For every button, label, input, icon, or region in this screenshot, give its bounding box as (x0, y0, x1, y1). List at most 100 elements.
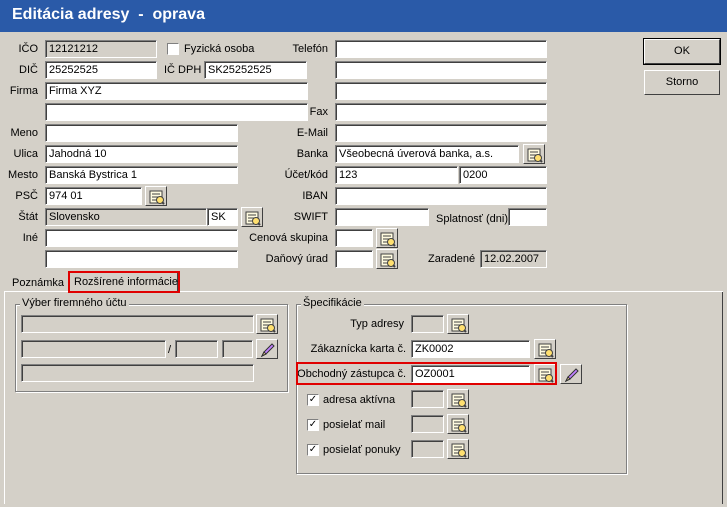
telefon-label: Telefón (292, 43, 328, 55)
ine-label: Iné (22, 232, 38, 244)
icdph-field[interactable]: SK25252525 (204, 61, 307, 79)
cenova-lookup-button[interactable] (376, 228, 398, 248)
window-title: Editácia adresy - oprava (12, 6, 205, 23)
typ-adresy-field[interactable] (411, 315, 444, 333)
panel-right-edge (722, 292, 723, 504)
stat-field[interactable]: Slovensko (45, 208, 207, 226)
firma-field-2[interactable] (45, 103, 308, 121)
typ-adresy-label: Typ adresy (350, 318, 404, 330)
vyber-field-5 (21, 364, 254, 382)
firma-field[interactable]: Firma XYZ (45, 82, 308, 100)
pencil-icon (260, 343, 275, 358)
obchodny-edit-button[interactable] (560, 364, 582, 384)
typ-adresy-lookup-button[interactable] (447, 314, 469, 334)
ponuky-field[interactable] (411, 440, 444, 458)
stat-lookup-button[interactable] (241, 207, 263, 227)
ucet-code-field[interactable]: 0200 (459, 166, 547, 184)
lookup-icon (538, 343, 554, 358)
tab-highlight (68, 271, 180, 293)
vyber-field-1 (21, 315, 254, 333)
lookup-icon (260, 318, 276, 333)
cenova-label: Cenová skupina (249, 232, 328, 244)
firma-label: Firma (9, 85, 38, 97)
lookup-icon (380, 253, 396, 268)
lookup-icon (451, 418, 467, 433)
telefon-field-3[interactable] (335, 82, 547, 100)
panel-left-edge (4, 292, 5, 504)
vyber-field-2 (21, 340, 166, 358)
vyber-lookup-button[interactable] (256, 314, 278, 334)
ico-field[interactable]: 12121212 (45, 40, 157, 58)
zakaznicka-label: Zákaznícka karta č. (310, 343, 406, 355)
lookup-icon (380, 232, 396, 247)
ponuky-lookup-button[interactable] (447, 439, 469, 459)
fax-label: Fax (309, 106, 328, 118)
iban-field[interactable] (335, 187, 547, 205)
swift-label: SWIFT (293, 211, 328, 223)
vyber-field-4 (222, 340, 253, 358)
ucet-label: Účet/kód (284, 169, 328, 181)
ine-field-2[interactable] (45, 250, 238, 268)
ponuky-label: posielať ponuky (323, 444, 401, 456)
aktivna-label: adresa aktívna (323, 394, 396, 406)
fax-field[interactable] (335, 103, 547, 121)
obchodny-highlight (296, 362, 557, 385)
fyzicka-label: Fyzická osoba (184, 43, 255, 55)
banka-field[interactable]: Všeobecná úverová banka, a.s. (335, 145, 519, 163)
aktivna-field[interactable] (411, 390, 444, 408)
email-label: E-Mail (296, 127, 328, 139)
splatnost-label: Splatnosť (dni) (436, 213, 508, 225)
mail-lookup-button[interactable] (447, 414, 469, 434)
zaradene-label: Zaradené (428, 253, 476, 265)
splatnost-field[interactable] (508, 208, 547, 226)
swift-field[interactable] (335, 208, 429, 226)
stat-code-field[interactable]: SK (207, 208, 238, 226)
iban-label: IBAN (302, 190, 328, 202)
meno-field[interactable] (45, 124, 238, 142)
storno-button[interactable]: Storno (644, 70, 720, 95)
vyber-edit-button[interactable] (256, 339, 278, 359)
danovy-field[interactable] (335, 250, 373, 268)
lookup-icon (451, 318, 467, 333)
psc-field[interactable]: 974 01 (45, 187, 142, 205)
aktivna-lookup-button[interactable] (447, 389, 469, 409)
email-field[interactable] (335, 124, 547, 142)
icdph-label: IČ DPH (164, 64, 202, 76)
ok-button[interactable]: OK (643, 38, 721, 65)
danovy-label: Daňový úrad (265, 253, 328, 265)
ulica-label: Ulica (13, 148, 38, 160)
zakaznicka-lookup-button[interactable] (534, 339, 556, 359)
ponuky-checkbox[interactable]: ✓ (307, 444, 319, 456)
vyber-slash: / (168, 344, 172, 356)
specifikacie-title: Špecifikácie (301, 297, 364, 309)
ico-label: IČO (18, 43, 38, 55)
pencil-icon (564, 368, 579, 383)
mail-checkbox[interactable]: ✓ (307, 419, 319, 431)
mesto-field[interactable]: Banská Bystrica 1 (45, 166, 238, 184)
dic-label: DIČ (19, 64, 38, 76)
lookup-icon (527, 148, 543, 163)
danovy-lookup-button[interactable] (376, 249, 398, 269)
lookup-icon (245, 211, 261, 226)
telefon-field[interactable] (335, 40, 547, 58)
mesto-label: Mesto (8, 169, 38, 181)
vyber-field-3 (175, 340, 218, 358)
vyber-uctu-title: Výber firemného účtu (20, 297, 129, 309)
psc-label: PSČ (15, 190, 38, 202)
ucet-field[interactable]: 123 (335, 166, 458, 184)
dic-field[interactable]: 25252525 (45, 61, 157, 79)
ulica-field[interactable]: Jahodná 10 (45, 145, 238, 163)
stat-label: Štát (18, 211, 38, 223)
mail-field[interactable] (411, 415, 444, 433)
ine-field[interactable] (45, 229, 238, 247)
banka-lookup-button[interactable] (523, 144, 545, 164)
zaradene-field: 12.02.2007 (480, 250, 547, 268)
cenova-field[interactable] (335, 229, 373, 247)
tab-poznamka[interactable]: Poznámka (12, 277, 64, 289)
mail-label: posielať mail (323, 419, 386, 431)
fyzicka-checkbox[interactable] (167, 43, 179, 55)
psc-lookup-button[interactable] (145, 186, 167, 206)
zakaznicka-field[interactable]: ZK0002 (411, 340, 530, 358)
telefon-field-2[interactable] (335, 61, 547, 79)
aktivna-checkbox[interactable]: ✓ (307, 394, 319, 406)
